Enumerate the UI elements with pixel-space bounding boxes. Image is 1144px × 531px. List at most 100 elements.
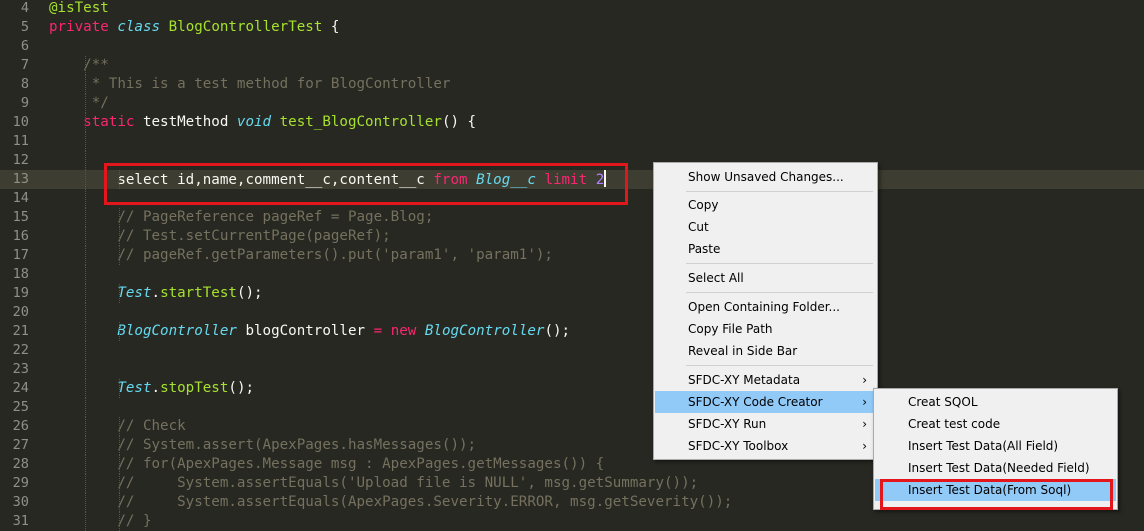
code-token: // pageRef.getParameters().put('param1',… [49,247,553,263]
indent-guide [85,151,86,170]
code-token: BlogController [424,323,545,339]
menu-item-sfdc-toolbox[interactable]: SFDC-XY Toolbox › [655,435,876,457]
line-number: 30 [12,494,29,510]
indent-guide [85,398,86,417]
indent-guide [119,493,120,512]
indent-guide [85,265,86,284]
code-token: new [390,323,417,339]
code-line[interactable]: 5 private class BlogControllerTest { [0,18,1144,37]
menu-item-sfdc-metadata[interactable]: SFDC-XY Metadata › [655,369,876,391]
indent-guide [119,322,120,341]
code-line[interactable]: 16 // Test.setCurrentPage(pageRef); [0,227,1144,246]
code-line[interactable]: 10 static testMethod void test_BlogContr… [0,113,1144,132]
menu-item-reveal-in-side-bar[interactable]: Reveal in Side Bar [655,340,876,362]
code-text: // PageReference pageRef = Page.Blog; [49,208,433,227]
menu-item-copy[interactable]: Copy [655,194,876,216]
line-number: 18 [12,266,29,282]
code-token: . [151,380,161,396]
chevron-right-icon: › [862,373,867,387]
code-line[interactable]: 22 [0,341,1144,360]
code-token: BlogController [117,323,237,339]
code-line[interactable]: 31 // } [0,512,1144,531]
menu-item-sfdc-code-creator[interactable]: SFDC-XY Code Creator › [655,391,876,413]
code-token: = [373,323,383,339]
code-line[interactable]: 15 // PageReference pageRef = Page.Blog; [0,208,1144,227]
menu-separator [686,191,873,192]
indent-guide [85,493,86,512]
code-line[interactable]: 9 */ [0,94,1144,113]
menu-item-label: SFDC-XY Run [688,417,767,431]
code-text: // System.assertEquals('Upload file is N… [49,474,698,493]
chevron-right-icon: › [862,417,867,431]
code-line[interactable]: 17 // pageRef.getParameters().put('param… [0,246,1144,265]
line-number: 12 [12,152,29,168]
indent-guide [119,227,120,246]
indent-guide [85,94,86,113]
menu-item-open-containing-folder[interactable]: Open Containing Folder... [655,296,876,318]
code-token: testMethod [134,114,237,130]
code-line[interactable]: 8 * This is a test method for BlogContro… [0,75,1144,94]
code-line[interactable]: 18 [0,265,1144,284]
code-line[interactable]: 19 Test.startTest(); [0,284,1144,303]
indent-guide [119,246,120,265]
code-line[interactable]: 4 @isTest [0,0,1144,18]
indent-guide [119,474,120,493]
line-number: 9 [20,95,29,111]
indent-guide [119,417,120,436]
indent-guide [85,170,86,189]
menu-item-paste[interactable]: Paste [655,238,876,260]
submenu-item-insert-test-data-all-field[interactable]: Insert Test Data(All Field) [875,435,1116,457]
indent-guide [119,208,120,227]
menu-item-show-unsaved-changes[interactable]: Show Unsaved Changes... [655,166,876,188]
line-number: 11 [12,133,29,149]
line-number: 27 [12,437,29,453]
code-text: BlogController blogController = new Blog… [49,322,570,341]
code-token: private [49,19,109,35]
code-token: () { [441,114,477,130]
submenu-item-creat-sqol[interactable]: Creat SQOL [875,391,1116,413]
indent-guide [85,284,86,303]
code-text: Test.startTest(); [49,284,263,303]
line-number: 25 [12,399,29,415]
code-line[interactable]: 20 [0,303,1144,322]
line-number: 13 [12,171,29,187]
line-number: 10 [12,114,29,130]
code-token: void [236,114,272,130]
submenu-item-insert-test-data-needed-field[interactable]: Insert Test Data(Needed Field) [875,457,1116,479]
indent-guide [85,189,86,208]
line-number: 20 [12,304,29,320]
code-line[interactable]: 11 [0,132,1144,151]
code-line[interactable]: 6 [0,37,1144,56]
line-number: 19 [12,285,29,301]
line-number: 14 [12,190,29,206]
menu-item-copy-file-path[interactable]: Copy File Path [655,318,876,340]
menu-item-select-all[interactable]: Select All [655,267,876,289]
indent-guide [85,132,86,151]
code-token: @isTest [49,0,109,16]
highlight-box-soql-line [104,163,628,205]
submenu-item-creat-test-code[interactable]: Creat test code [875,413,1116,435]
code-token: (); [236,285,263,301]
menu-separator [686,292,873,293]
code-token: startTest [160,285,237,301]
code-token: Test [117,285,152,301]
code-text: /** [49,56,109,75]
code-text: // pageRef.getParameters().put('param1',… [49,246,553,265]
line-number: 4 [20,0,29,16]
highlight-box-insert-from-soql [880,479,1113,510]
code-token: // Test.setCurrentPage(pageRef); [49,228,391,244]
code-line[interactable]: 7 /** [0,56,1144,75]
menu-item-cut[interactable]: Cut [655,216,876,238]
code-token: // System.assertEquals(ApexPages.Severit… [49,494,733,510]
line-number: 28 [12,456,29,472]
code-text: // Test.setCurrentPage(pageRef); [49,227,391,246]
menu-item-sfdc-run[interactable]: SFDC-XY Run › [655,413,876,435]
code-line[interactable]: 23 [0,360,1144,379]
code-line[interactable]: 21 BlogController blogController = new B… [0,322,1144,341]
code-text: Test.stopTest(); [49,379,254,398]
